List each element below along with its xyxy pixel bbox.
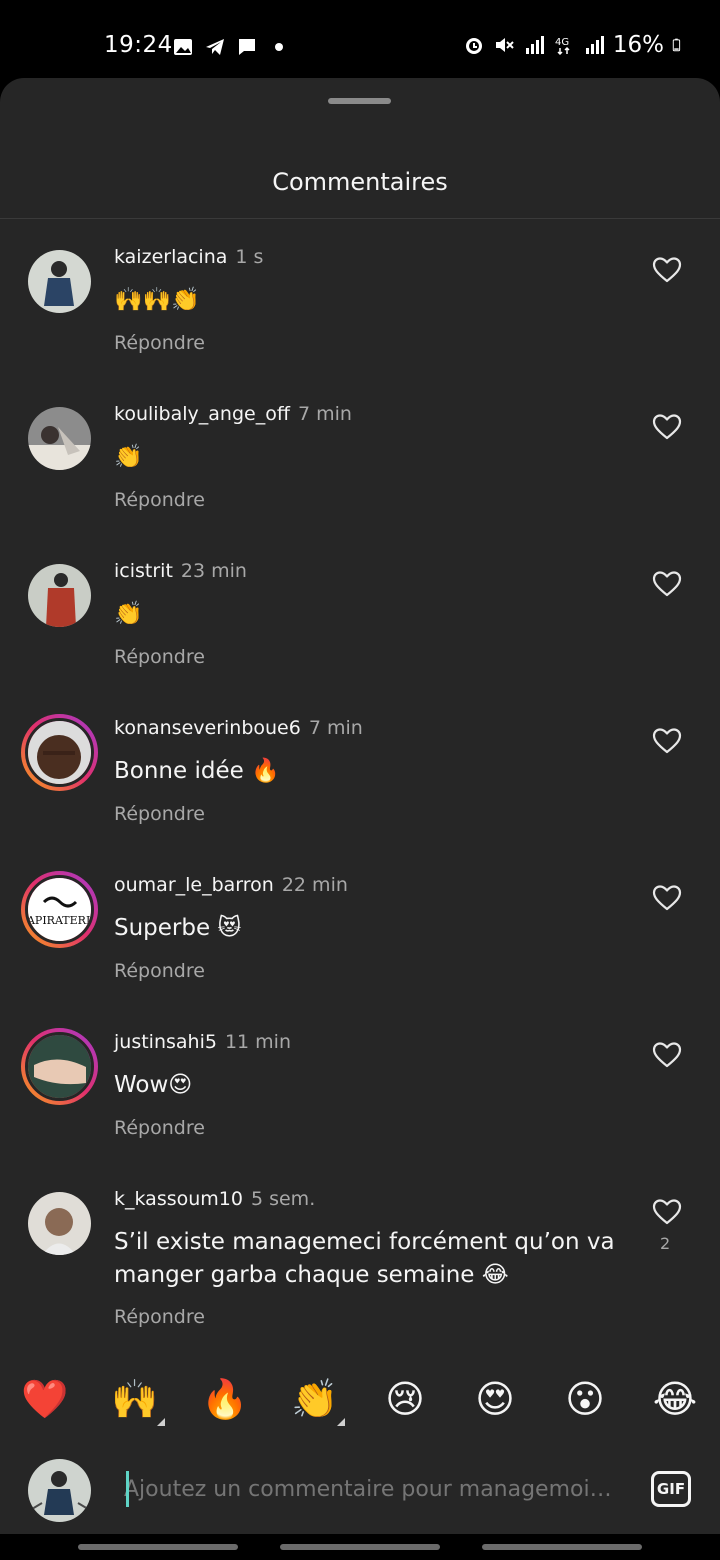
comment-header: justinsahi5 11 min: [114, 1031, 291, 1053]
like-heart-icon[interactable]: [652, 256, 682, 284]
battery-icon: [672, 38, 681, 52]
reaction-surprised[interactable]: 😮: [561, 1376, 609, 1422]
avatar[interactable]: [21, 714, 98, 791]
system-icons: 4G 16%: [463, 32, 686, 58]
comment-timestamp: 22 min: [281, 874, 348, 896]
telegram-icon: [206, 39, 224, 55]
reaction-laughing[interactable]: 😂: [651, 1376, 699, 1422]
like-heart-icon[interactable]: [652, 1041, 682, 1069]
reply-button[interactable]: Répondre: [114, 1306, 205, 1328]
reply-button[interactable]: Répondre: [114, 803, 205, 825]
skin-tone-indicator: [337, 1418, 345, 1426]
like-heart-icon[interactable]: [652, 570, 682, 598]
signal-icon: [525, 36, 544, 54]
comment-header: kaizerlacina 1 s: [114, 246, 263, 268]
comment-text: 👏: [114, 601, 143, 627]
comment-username[interactable]: kaizerlacina: [114, 246, 227, 268]
comment-timestamp: 7 min: [297, 403, 352, 425]
notification-icons: [172, 36, 290, 58]
like-heart-icon[interactable]: [652, 727, 682, 755]
comment-timestamp: 7 min: [308, 717, 363, 739]
nav-back[interactable]: [482, 1544, 642, 1550]
comment-timestamp: 5 sem.: [250, 1188, 316, 1210]
message-icon: [239, 39, 255, 55]
avatar[interactable]: LAPIRATERIE: [21, 871, 98, 948]
comment-username[interactable]: icistrit: [114, 560, 173, 582]
comment-text: Wow😍: [114, 1072, 193, 1098]
comment-text: S’il existe managemeci forcément qu’on v…: [114, 1229, 615, 1288]
drag-handle[interactable]: [328, 98, 391, 104]
reply-button[interactable]: Répondre: [114, 960, 205, 982]
comment-text: Superbe 😻: [114, 915, 242, 941]
comment-header: oumar_le_barron 22 min: [114, 874, 348, 896]
comment-timestamp: 23 min: [180, 560, 247, 582]
status-time: 19:24: [104, 32, 173, 58]
text-caret: [126, 1471, 129, 1507]
avatar: [28, 1459, 91, 1522]
sheet-title: Commentaires: [272, 168, 448, 196]
comment-header: konanseverinboue6 7 min: [114, 717, 363, 739]
reaction-clap[interactable]: 👏: [291, 1376, 339, 1422]
like-heart-icon[interactable]: [652, 413, 682, 441]
reaction-heart[interactable]: ❤️: [21, 1376, 69, 1422]
svg-text:LAPIRATERIE: LAPIRATERIE: [28, 914, 91, 927]
comment-text: Bonne idée 🔥: [114, 758, 280, 784]
like-heart-icon[interactable]: [652, 884, 682, 912]
comment-header: k_kassoum10 5 sem.: [114, 1188, 315, 1210]
reply-button[interactable]: Répondre: [114, 1117, 205, 1139]
comment-username[interactable]: oumar_le_barron: [114, 874, 274, 896]
comments-sheet: Commentaires kaizerlacina 1 s 🙌🙌👏 Répondre k…: [0, 78, 720, 1534]
reply-button[interactable]: Répondre: [114, 489, 205, 511]
battery-percentage: 16%: [612, 32, 664, 58]
avatar[interactable]: [28, 564, 91, 627]
comment-text: 👏: [114, 444, 143, 470]
comment-input[interactable]: [124, 1469, 622, 1509]
divider: [0, 218, 720, 219]
status-bar: 19:24 4G 16%: [0, 0, 720, 78]
reply-button[interactable]: Répondre: [114, 646, 205, 668]
image-icon: [174, 39, 192, 55]
comment-composer: GIF: [0, 1456, 720, 1534]
comment-timestamp: 11 min: [224, 1031, 291, 1053]
svg-text:4G: 4G: [555, 37, 569, 48]
reaction-raising-hands[interactable]: 🙌: [111, 1376, 159, 1422]
comment-username[interactable]: koulibaly_ange_off: [114, 403, 290, 425]
like-heart-icon[interactable]: [652, 1198, 682, 1226]
dot-icon: [275, 43, 283, 51]
signal-icon: [585, 36, 604, 54]
avatar[interactable]: [28, 250, 91, 313]
skin-tone-indicator: [157, 1418, 165, 1426]
mute-icon: [495, 38, 514, 52]
reaction-bar: ❤️ 🙌 🔥 👏 😢 😍 😮 😂: [0, 1376, 720, 1426]
comment-header: koulibaly_ange_off 7 min: [114, 403, 352, 425]
gif-button[interactable]: GIF: [651, 1471, 691, 1507]
avatar[interactable]: [28, 1192, 91, 1255]
comment-username[interactable]: konanseverinboue6: [114, 717, 301, 739]
nav-home[interactable]: [280, 1544, 440, 1550]
nav-recents[interactable]: [78, 1544, 238, 1550]
navigation-bar: [0, 1534, 720, 1560]
reaction-fire[interactable]: 🔥: [201, 1376, 249, 1422]
comment-header: icistrit 23 min: [114, 560, 247, 582]
comment-username[interactable]: k_kassoum10: [114, 1188, 243, 1210]
comment-text: 🙌🙌👏: [114, 287, 200, 313]
avatar[interactable]: [28, 407, 91, 470]
reaction-crying[interactable]: 😢: [381, 1376, 429, 1422]
4g-icon: 4G: [555, 37, 570, 56]
like-count: 2: [660, 1234, 671, 1253]
avatar[interactable]: [21, 1028, 98, 1105]
reaction-heart-eyes[interactable]: 😍: [471, 1376, 519, 1422]
reply-button[interactable]: Répondre: [114, 332, 205, 354]
alarm-icon: [465, 38, 482, 54]
comment-username[interactable]: justinsahi5: [114, 1031, 217, 1053]
comment-timestamp: 1 s: [235, 246, 264, 268]
